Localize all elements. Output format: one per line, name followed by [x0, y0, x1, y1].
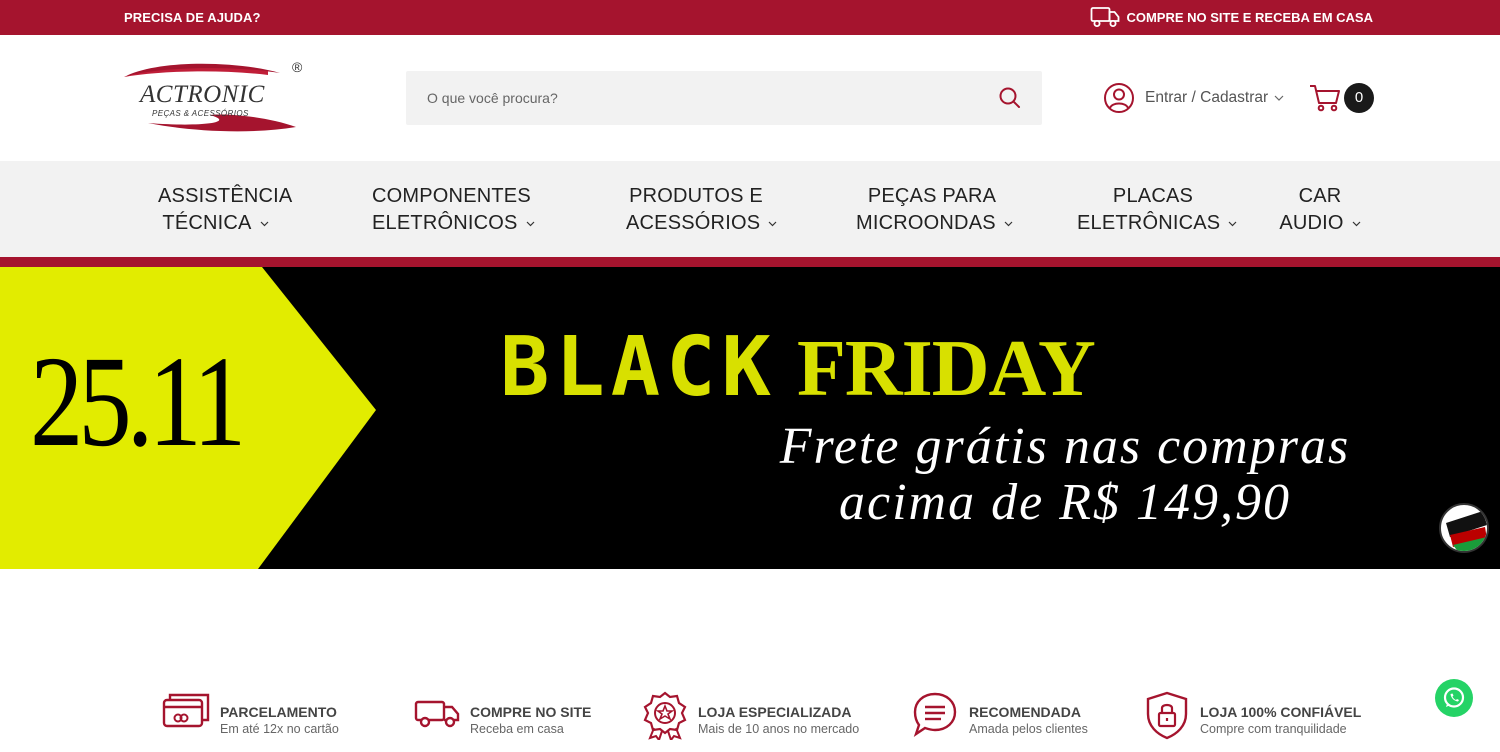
nav-item-label-1: ASSISTÊNCIA [158, 185, 293, 207]
account-label: Entrar / Cadastrar [1145, 89, 1269, 106]
feature-title: LOJA ESPECIALIZADA [698, 704, 852, 720]
feature-title: LOJA 100% CONFIÁVEL [1200, 704, 1362, 720]
truck-icon [1091, 7, 1120, 27]
nav-item-label-1: COMPONENTES [372, 185, 531, 207]
nav-item-label-1: PRODUTOS E [629, 185, 763, 207]
cart-icon [1310, 85, 1340, 112]
cart-button[interactable]: 0 [1309, 82, 1375, 114]
feature-title: RECOMENDADA [969, 704, 1081, 720]
nav-item-car-audio[interactable]: CAR AUDIO [1276, 183, 1364, 237]
feature-compre-no-site: COMPRE NO SITE Receba em casa [414, 690, 591, 737]
feature-subtitle: Mais de 10 anos no mercado [698, 722, 860, 736]
top-bar: PRECISA DE AJUDA? COMPRE NO SITE E RECEB… [0, 0, 1500, 35]
feature-title: PARCELAMENTO [220, 704, 337, 720]
nav-item-pecas-microondas[interactable]: PEÇAS PARA MICROONDAS [856, 183, 1013, 237]
whatsapp-icon [1443, 687, 1465, 708]
logo[interactable]: ® ACTRONIC PEÇAS & ACESSÓRIOS [118, 57, 308, 137]
feature-loja-confiavel: LOJA 100% CONFIÁVEL Compre com tranquili… [1144, 690, 1361, 740]
feature-loja-especializada: LOJA ESPECIALIZADA Mais de 10 anos no me… [642, 690, 859, 740]
banner-friday-text: FRIDAY [797, 325, 1096, 413]
feature-subtitle: Amada pelos clientes [969, 722, 1088, 736]
logo-tagline: PEÇAS & ACESSÓRIOS [152, 109, 249, 118]
search-input[interactable] [406, 71, 986, 125]
nav-item-componentes-eletronicos[interactable]: COMPONENTES ELETRÔNICOS [372, 183, 534, 237]
banner-date: 25.11 [30, 330, 246, 474]
help-link[interactable]: PRECISA DE AJUDA? [124, 10, 261, 25]
black-friday-banner[interactable]: 25.11 BLACK FRIDAY Frete grátis nas comp… [0, 267, 1500, 569]
promo-text: COMPRE NO SITE E RECEBA EM CASA [1126, 9, 1373, 25]
chevron-down-icon [1228, 221, 1237, 226]
feature-subtitle: Compre com tranquilidade [1200, 722, 1347, 736]
header: ® ACTRONIC PEÇAS & ACESSÓRIOS Entrar / C… [0, 35, 1500, 161]
chevron-down-icon [768, 221, 777, 226]
search-icon[interactable] [998, 86, 1022, 110]
nav-item-placas-eletronicas[interactable]: PLACAS ELETRÔNICAS [1077, 183, 1237, 237]
nav-item-label-2: ELETRÔNICOS [372, 212, 518, 234]
main-nav: ASSISTÊNCIA TÉCNICA COMPONENTES ELETRÔNI… [0, 161, 1500, 257]
nav-item-label-1: CAR [1298, 185, 1342, 207]
cart-count-badge: 0 [1344, 83, 1374, 113]
feature-recomendada: RECOMENDADA Amada pelos clientes [911, 690, 1088, 738]
nav-item-label-2: MICROONDAS [856, 212, 996, 234]
chevron-down-icon [260, 221, 269, 226]
registered-mark: ® [292, 59, 303, 75]
nav-item-label-2: AUDIO [1279, 212, 1344, 234]
feature-subtitle: Receba em casa [470, 722, 564, 736]
chevron-down-icon [1274, 95, 1284, 101]
features-bar: PARCELAMENTO Em até 12x no cartão COMPRE… [0, 690, 1500, 752]
nav-item-label-1: PEÇAS PARA [867, 185, 997, 207]
nav-item-label-2: ACESSÓRIOS [626, 212, 761, 234]
nav-item-label-2: TÉCNICA [162, 212, 252, 234]
award-icon [643, 691, 687, 740]
nav-item-assistencia-tecnica[interactable]: ASSISTÊNCIA TÉCNICA [158, 183, 293, 237]
banner-frete-line2: acima de R$ 149,90 [839, 474, 1291, 531]
logo-text: ACTRONIC [140, 81, 265, 108]
account-menu[interactable]: Entrar / Cadastrar [1103, 82, 1284, 114]
user-icon [1104, 83, 1134, 113]
chat-icon [913, 692, 957, 737]
nav-divider [0, 257, 1500, 267]
search-bar [406, 71, 1042, 125]
black-friday-badge-icon [1439, 503, 1489, 553]
promo-message: COMPRE NO SITE E RECEBA EM CASA [1090, 6, 1373, 28]
truck-icon [414, 700, 460, 728]
banner-frete-line1: Frete grátis nas compras [779, 418, 1351, 475]
whatsapp-button[interactable] [1435, 679, 1473, 717]
nav-item-produtos-acessorios[interactable]: PRODUTOS E ACESSÓRIOS [626, 183, 777, 237]
chevron-down-icon [1352, 221, 1361, 226]
feature-title: COMPRE NO SITE [470, 704, 592, 720]
banner-frete-text: Frete grátis nas compras acima de R$ 149… [600, 419, 1500, 531]
nav-item-label-2: ELETRÔNICAS [1077, 212, 1221, 234]
banner-black-text: BLACK [500, 320, 777, 415]
feature-parcelamento: PARCELAMENTO Em até 12x no cartão [162, 690, 339, 737]
chevron-down-icon [1004, 221, 1013, 226]
credit-card-icon [162, 693, 210, 728]
shield-lock-icon [1146, 691, 1188, 740]
nav-item-label-1: PLACAS [1112, 185, 1194, 207]
feature-subtitle: Em até 12x no cartão [220, 722, 339, 736]
chevron-down-icon [526, 221, 534, 226]
